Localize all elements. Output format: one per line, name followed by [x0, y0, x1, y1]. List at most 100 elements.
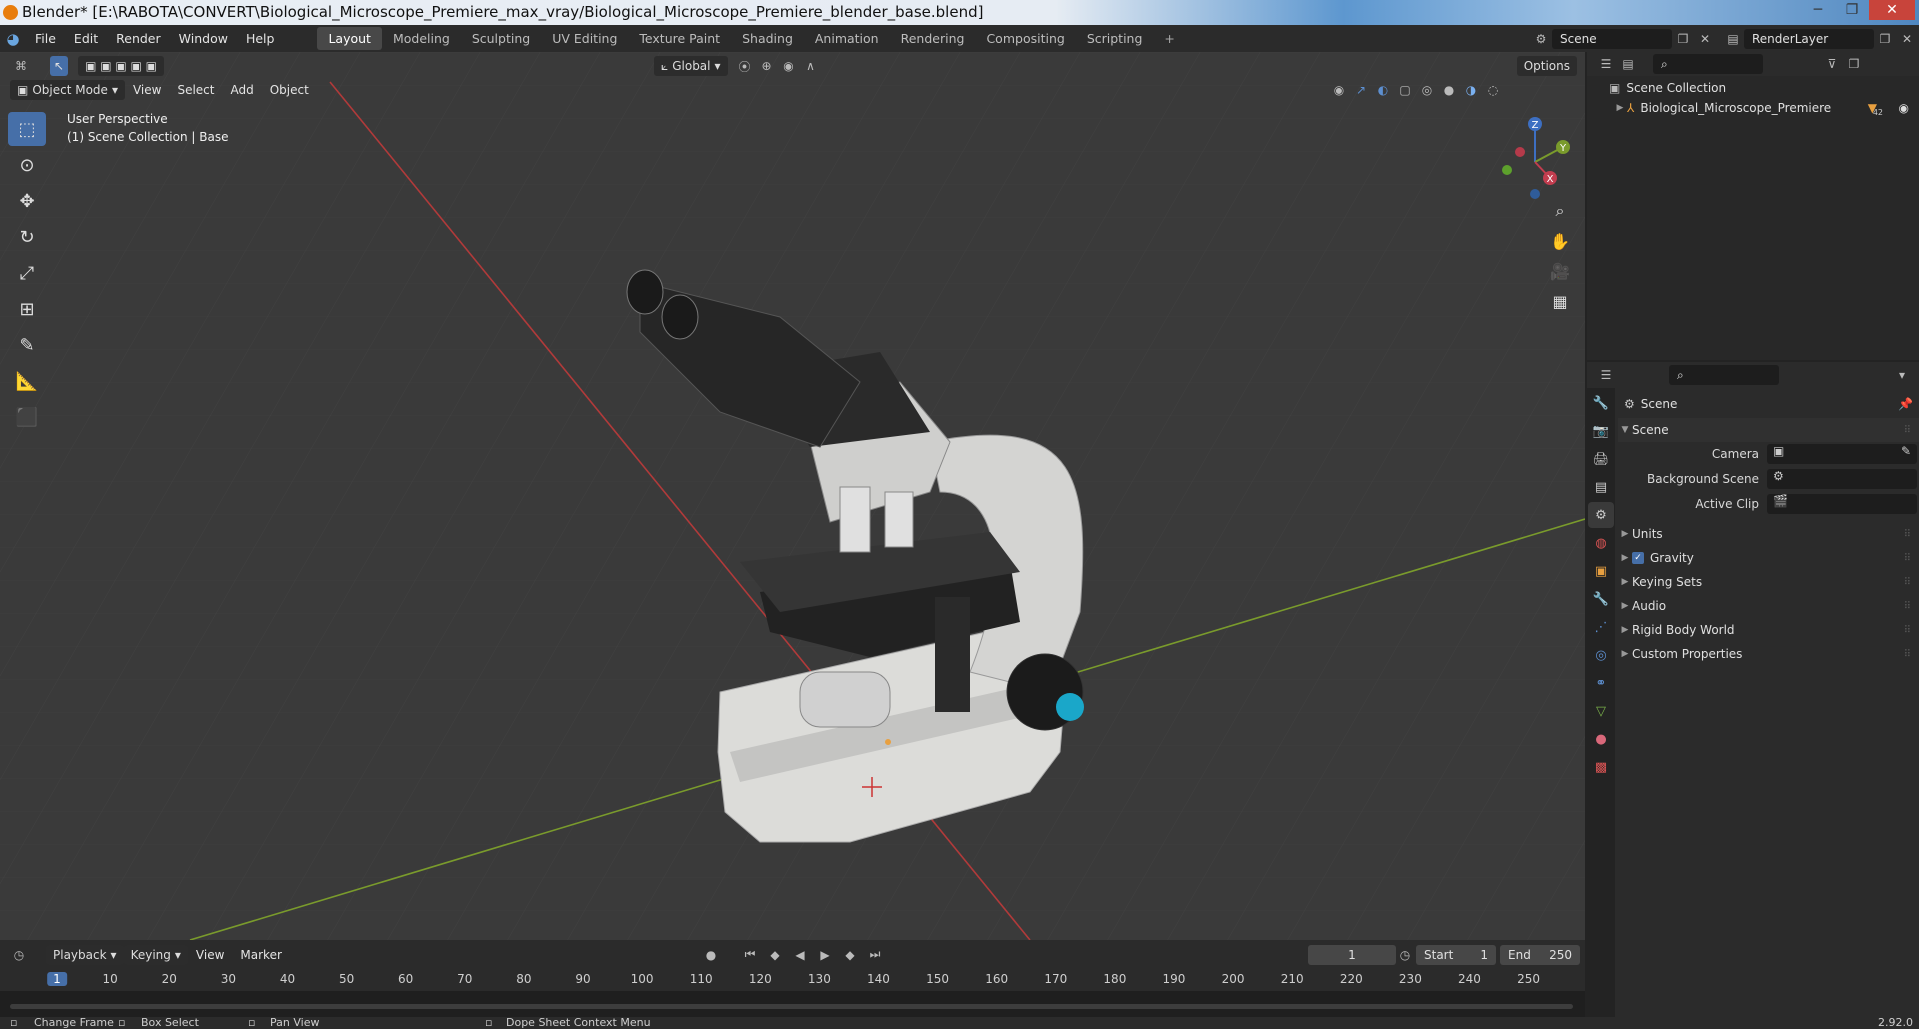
- end-frame-field[interactable]: End 250: [1500, 944, 1580, 965]
- view-layer-icon[interactable]: ▤: [1722, 29, 1744, 49]
- navigation-gizmo[interactable]: Z Y X: [1490, 112, 1580, 202]
- record-icon[interactable]: ●: [700, 945, 722, 965]
- current-frame-field[interactable]: 1: [1308, 944, 1396, 965]
- physics-tab-icon[interactable]: ◎: [1588, 642, 1614, 668]
- solid-shading-icon[interactable]: ●: [1438, 80, 1460, 100]
- options-button[interactable]: Options: [1516, 56, 1577, 76]
- output-tab-icon[interactable]: 🖨: [1588, 446, 1614, 472]
- tab-modeling[interactable]: Modeling: [382, 27, 461, 50]
- rendered-shading-icon[interactable]: ◌: [1482, 80, 1504, 100]
- tab-texture-paint[interactable]: Texture Paint: [628, 27, 731, 50]
- delete-scene-icon[interactable]: ✕: [1694, 29, 1716, 49]
- wireframe-shading-icon[interactable]: ◎: [1416, 80, 1438, 100]
- next-keyframe-icon[interactable]: ◆: [839, 945, 861, 965]
- menu-file[interactable]: File: [26, 31, 65, 46]
- texture-tab-icon[interactable]: ▩: [1588, 754, 1614, 780]
- menu-render[interactable]: Render: [107, 31, 170, 46]
- audio-drag-handle[interactable]: ⠿: [1904, 601, 1911, 612]
- view-layer-field[interactable]: RenderLayer: [1744, 29, 1874, 49]
- editor-type-icon[interactable]: ⌘: [10, 56, 32, 76]
- audio-panel[interactable]: ▶ Audio ⠿: [1618, 594, 1919, 618]
- xray-icon[interactable]: ▢: [1394, 80, 1416, 100]
- marker-menu[interactable]: Marker: [232, 948, 289, 962]
- menu-view[interactable]: View: [125, 83, 169, 97]
- proportional-edit-icon[interactable]: ◉: [778, 56, 800, 76]
- properties-search-field[interactable]: ⌕: [1669, 365, 1779, 385]
- add-workspace-button[interactable]: +: [1153, 27, 1185, 50]
- menu-add[interactable]: Add: [222, 83, 261, 97]
- falloff-icon[interactable]: ∧: [800, 56, 822, 76]
- gravity-drag-handle[interactable]: ⠿: [1904, 553, 1911, 564]
- play-reverse-icon[interactable]: ◀: [789, 945, 811, 965]
- transform-icon[interactable]: ⊞: [8, 292, 46, 326]
- prev-keyframe-icon[interactable]: ◆: [764, 945, 786, 965]
- new-view-layer-icon[interactable]: ❐: [1874, 29, 1896, 49]
- particles-tab-icon[interactable]: ⋰: [1588, 614, 1614, 640]
- gizmo-icon[interactable]: ↗: [1350, 80, 1372, 100]
- active-clip-field[interactable]: 🎬: [1767, 494, 1917, 514]
- timeline-scrollbar[interactable]: [10, 1004, 1573, 1009]
- modifier-tab-icon[interactable]: 🔧: [1588, 586, 1614, 612]
- playback-menu[interactable]: Playback ▾: [46, 944, 124, 965]
- menu-object[interactable]: Object: [262, 83, 317, 97]
- close-button[interactable]: ✕: [1869, 0, 1915, 20]
- pivot-point-icon[interactable]: ⦿: [734, 56, 756, 76]
- keying-menu[interactable]: Keying ▾: [123, 944, 188, 965]
- outliner-editor-type-icon[interactable]: ☰: [1595, 54, 1617, 74]
- expand-arrow-icon[interactable]: ▶: [1613, 103, 1627, 113]
- jump-start-icon[interactable]: ⏮: [739, 945, 761, 965]
- units-panel[interactable]: ▶ Units ⠿: [1618, 522, 1919, 546]
- data-tab-icon[interactable]: ▽: [1588, 698, 1614, 724]
- select-box-icon[interactable]: ⬚: [8, 112, 46, 146]
- transform-orientation-dropdown[interactable]: ⟀ Global ▾: [654, 56, 728, 76]
- new-collection-icon[interactable]: ❐: [1843, 54, 1865, 74]
- eyedropper-icon[interactable]: ✎: [1901, 444, 1911, 458]
- filter-icon[interactable]: ⊽: [1821, 54, 1843, 74]
- outliner-search-field[interactable]: ⌕: [1653, 54, 1763, 74]
- pan-hand-icon[interactable]: ✋: [1546, 227, 1574, 255]
- start-frame-field[interactable]: Start 1: [1416, 944, 1496, 965]
- add-cube-icon[interactable]: ⬛: [8, 400, 46, 434]
- outliner-item-row[interactable]: ▶ ⅄ Biological_Microscope_Premiere ▼ 42 …: [1587, 98, 1919, 118]
- timeline-body[interactable]: [0, 991, 1585, 1017]
- camera-view-icon[interactable]: 🎥: [1546, 257, 1574, 285]
- jump-end-icon[interactable]: ⏭: [864, 945, 886, 965]
- pin-icon[interactable]: 📌: [1898, 397, 1913, 411]
- custom-properties-panel[interactable]: ▶ Custom Properties ⠿: [1618, 642, 1919, 666]
- display-mode-icon[interactable]: ▤: [1617, 54, 1639, 74]
- selection-mode-icons[interactable]: ▣ ▣ ▣ ▣ ▣: [78, 56, 165, 76]
- zoom-icon[interactable]: ⌕: [1546, 197, 1574, 225]
- preview-range-icon[interactable]: ◷: [1394, 945, 1416, 965]
- menu-edit[interactable]: Edit: [65, 31, 107, 46]
- new-scene-icon[interactable]: ❐: [1672, 29, 1694, 49]
- gravity-checkbox[interactable]: ✓: [1632, 552, 1644, 564]
- menu-window[interactable]: Window: [170, 31, 237, 46]
- tab-sculpting[interactable]: Sculpting: [461, 27, 541, 50]
- cursor-icon[interactable]: ⊙: [8, 148, 46, 182]
- camera-field[interactable]: ▣ ✎: [1767, 444, 1917, 464]
- custom-properties-drag-handle[interactable]: ⠿: [1904, 649, 1911, 660]
- tab-scripting[interactable]: Scripting: [1076, 27, 1154, 50]
- menu-help[interactable]: Help: [237, 31, 284, 46]
- mode-dropdown[interactable]: ▣ Object Mode ▾: [10, 80, 125, 100]
- grid-view-icon[interactable]: ▦: [1546, 287, 1574, 315]
- 3d-viewport[interactable]: ⌘ ↖ ▣ ▣ ▣ ▣ ▣ ⟀ Global ▾ ⦿ ⊕ ◉ ∧ Options …: [0, 52, 1585, 940]
- minimize-button[interactable]: ─: [1801, 0, 1835, 20]
- scene-name-field[interactable]: Scene: [1552, 29, 1672, 49]
- rigid-body-drag-handle[interactable]: ⠿: [1904, 625, 1911, 636]
- object-tab-icon[interactable]: ▣: [1588, 558, 1614, 584]
- play-icon[interactable]: ▶: [814, 945, 836, 965]
- material-shading-icon[interactable]: ◑: [1460, 80, 1482, 100]
- rotate-icon[interactable]: ↻: [8, 220, 46, 254]
- tool-tab-icon[interactable]: 🔧: [1588, 390, 1614, 416]
- frame-ruler[interactable]: 1 10 20 30 40 50 60 70 80 90 100 110 120 130 140 150 160…: [0, 969, 1585, 991]
- outliner-root-row[interactable]: ▣ Scene Collection: [1587, 78, 1919, 98]
- menu-select[interactable]: Select: [169, 83, 222, 97]
- visibility-icon[interactable]: ◉: [1328, 80, 1350, 100]
- tab-animation[interactable]: Animation: [804, 27, 890, 50]
- gravity-panel[interactable]: ▶ ✓ Gravity ⠿: [1618, 546, 1919, 570]
- background-scene-field[interactable]: ⚙: [1767, 469, 1917, 489]
- scene-icon[interactable]: ⚙: [1530, 29, 1552, 49]
- props-options-icon[interactable]: ▾: [1891, 365, 1913, 385]
- snap-icon[interactable]: ⊕: [756, 56, 778, 76]
